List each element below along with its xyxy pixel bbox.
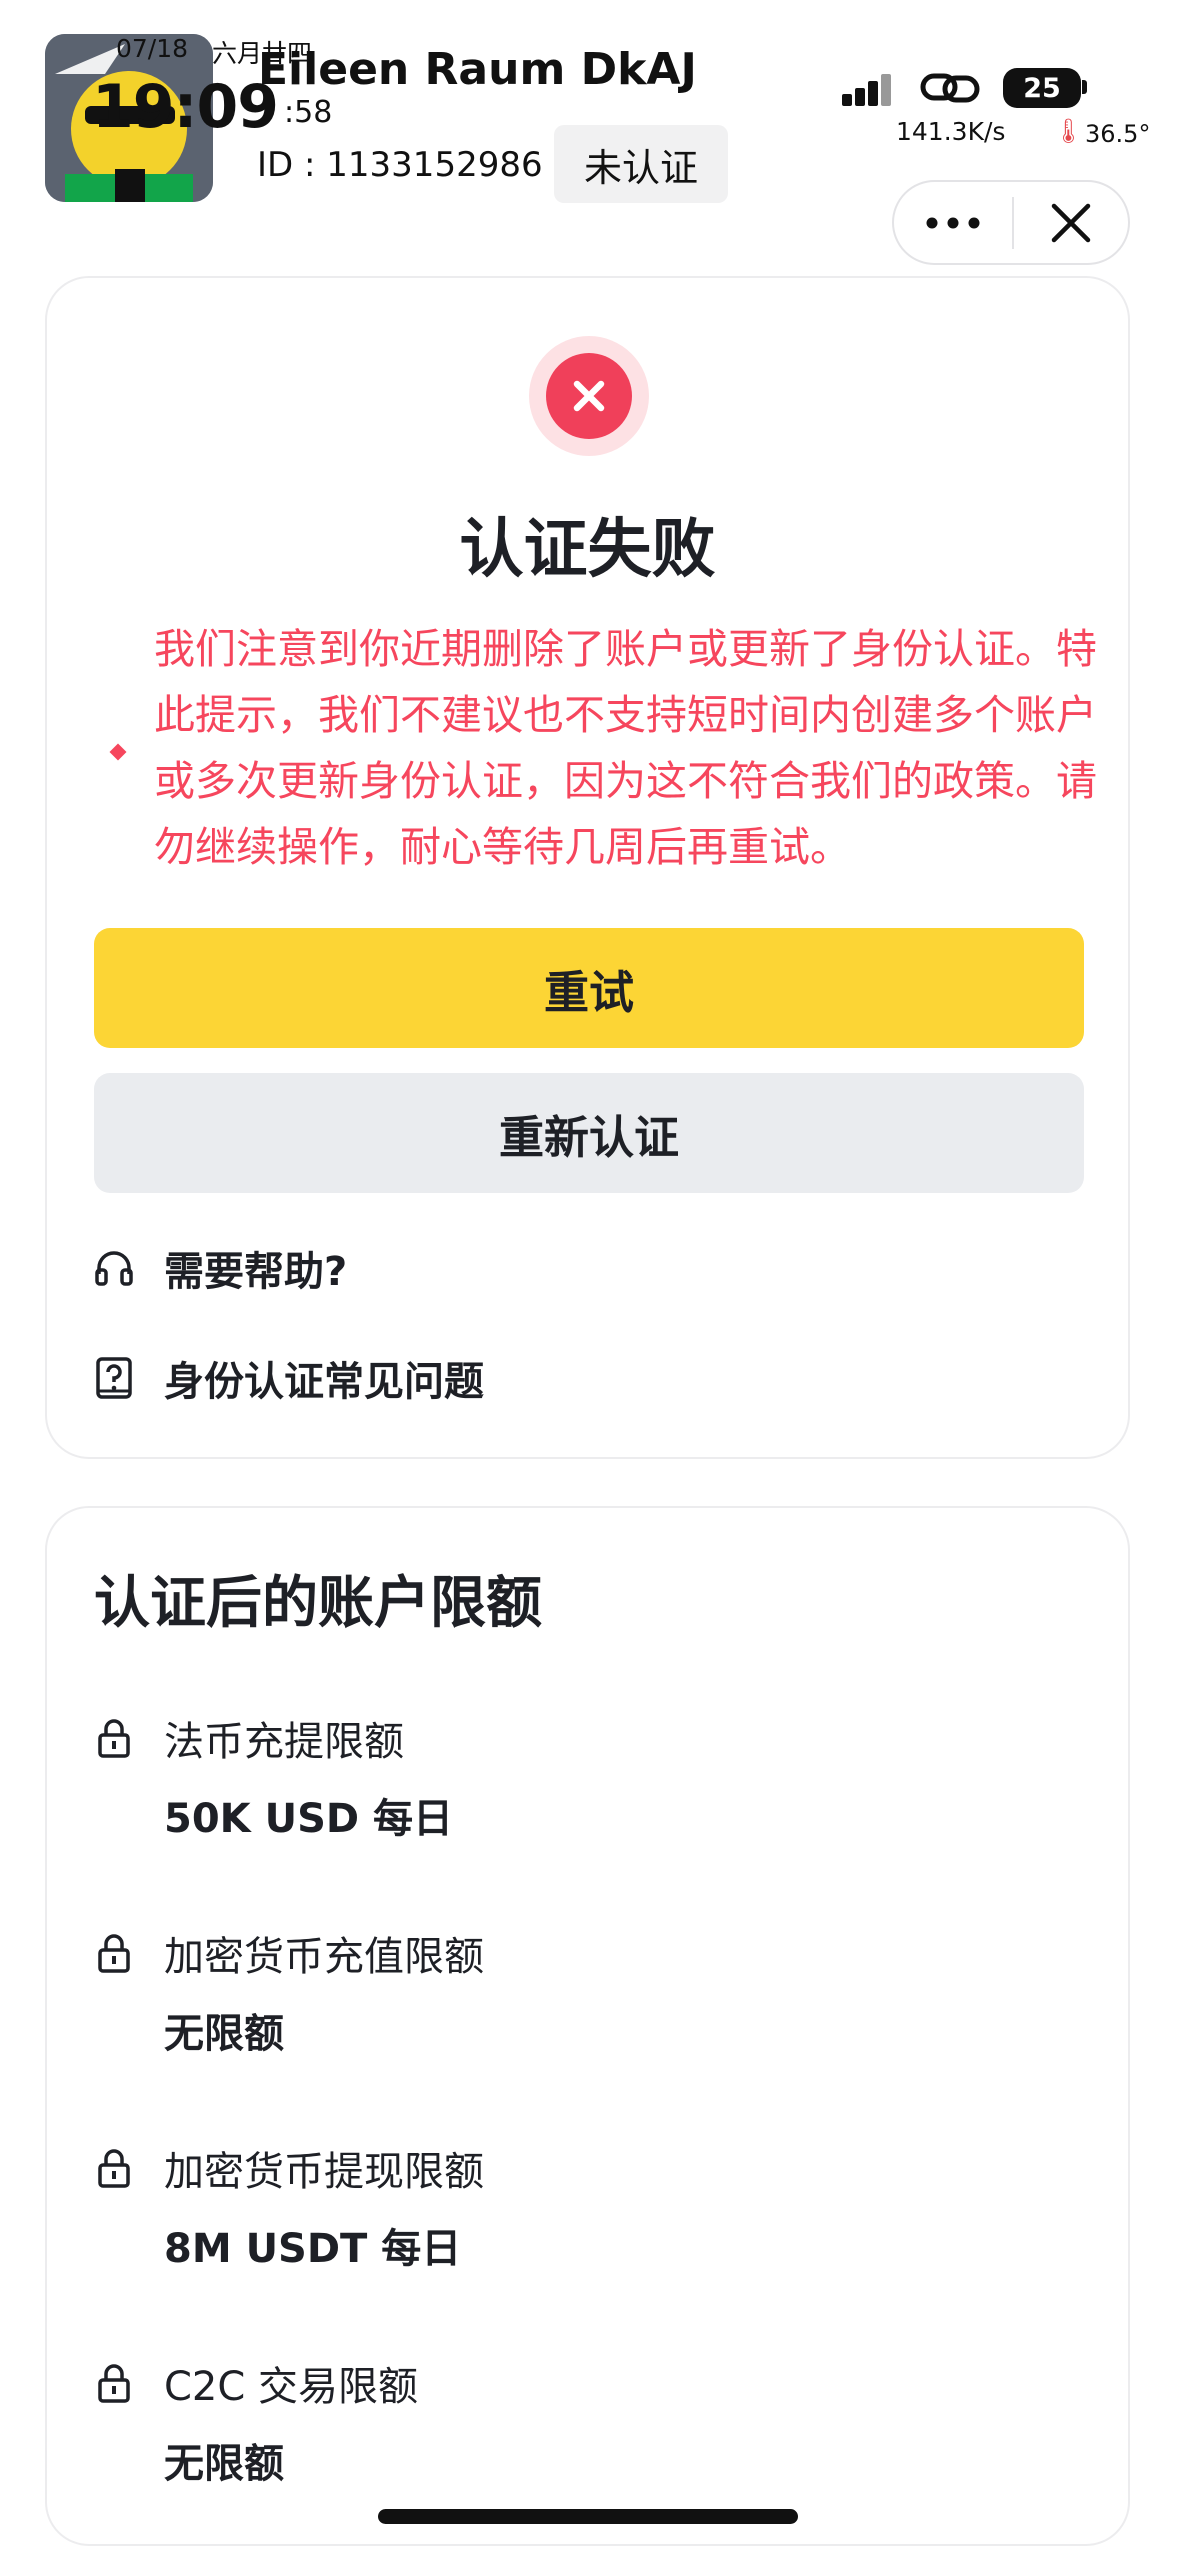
limit-item-fiat: 法币充提限额 50K USD 每日 (94, 1708, 453, 1844)
home-indicator[interactable] (378, 2509, 798, 2524)
temperature: 36.5° (1085, 120, 1151, 148)
user-id: ID : 1133152986 (257, 145, 543, 185)
need-help-label: 需要帮助? (164, 1249, 348, 1295)
more-button[interactable] (894, 182, 1012, 263)
limit-item-c2c: C2C 交易限额 无限额 (94, 2353, 418, 2489)
limit-value: 无限额 (164, 2441, 284, 2487)
lock-icon (94, 1931, 134, 1975)
status-time: 19:09 (92, 72, 279, 142)
result-message: 我们注意到你近期删除了账户或更新了身份认证。特此提示，我们不建议也不支持短时间内… (154, 625, 1097, 871)
lock-icon (94, 2146, 134, 2190)
limit-label: C2C 交易限额 (164, 2364, 419, 2410)
battery-nub (1082, 80, 1087, 94)
battery-indicator: 25 (1003, 68, 1081, 108)
limit-item-crypto-withdrawal: 加密货币提现限额 8M USDT 每日 (94, 2138, 484, 2274)
lock-icon (94, 2361, 134, 2405)
limit-value: 无限额 (164, 2011, 284, 2057)
limit-label: 加密货币提现限额 (164, 2149, 484, 2195)
retry-button[interactable]: 重试 (94, 928, 1084, 1048)
limit-label: 法币充提限额 (164, 1719, 404, 1765)
close-button[interactable] (1014, 182, 1128, 263)
signal-icon (842, 74, 891, 106)
user-name: Eileen Raum DkAJ (258, 44, 697, 95)
faq-link[interactable]: 身份认证常见问题 (94, 1348, 484, 1408)
question-doc-icon (94, 1356, 134, 1400)
status-date: 07/18 (116, 34, 189, 63)
verification-result-card: 认证失败 我们注意到你近期删除了账户或更新了身份认证。特此提示，我们不建议也不支… (45, 276, 1130, 1459)
thermometer-icon: 🌡 (1053, 117, 1084, 145)
result-title: 认证失败 (459, 513, 716, 587)
need-help-link[interactable]: 需要帮助? (94, 1238, 347, 1298)
verify-status-badge[interactable]: 未认证 (554, 125, 728, 203)
headset-icon (94, 1246, 134, 1290)
close-icon (1051, 203, 1091, 242)
lock-icon (94, 1716, 134, 1760)
faq-label: 身份认证常见问题 (164, 1359, 484, 1405)
error-icon (529, 336, 649, 456)
warning-bullet-icon (109, 743, 127, 761)
mini-program-capsule (892, 180, 1130, 265)
limit-value: 50K USD 每日 (164, 1796, 454, 1842)
limit-item-crypto-deposit: 加密货币充值限额 无限额 (94, 1923, 484, 2059)
limit-label: 加密货币充值限额 (164, 1934, 484, 1980)
more-dots-icon (926, 217, 980, 228)
status-seconds: :58 (284, 95, 333, 130)
limits-title: 认证后的账户限额 (94, 1571, 542, 1636)
network-speed: 141.3K/s (896, 117, 1006, 146)
account-limits-card: 认证后的账户限额 法币充提限额 50K USD 每日 加密货币充值限额 无限额 … (45, 1506, 1130, 2546)
link-icon (920, 73, 980, 103)
limit-value: 8M USDT 每日 (164, 2226, 462, 2272)
reverify-button[interactable]: 重新认证 (94, 1073, 1084, 1193)
